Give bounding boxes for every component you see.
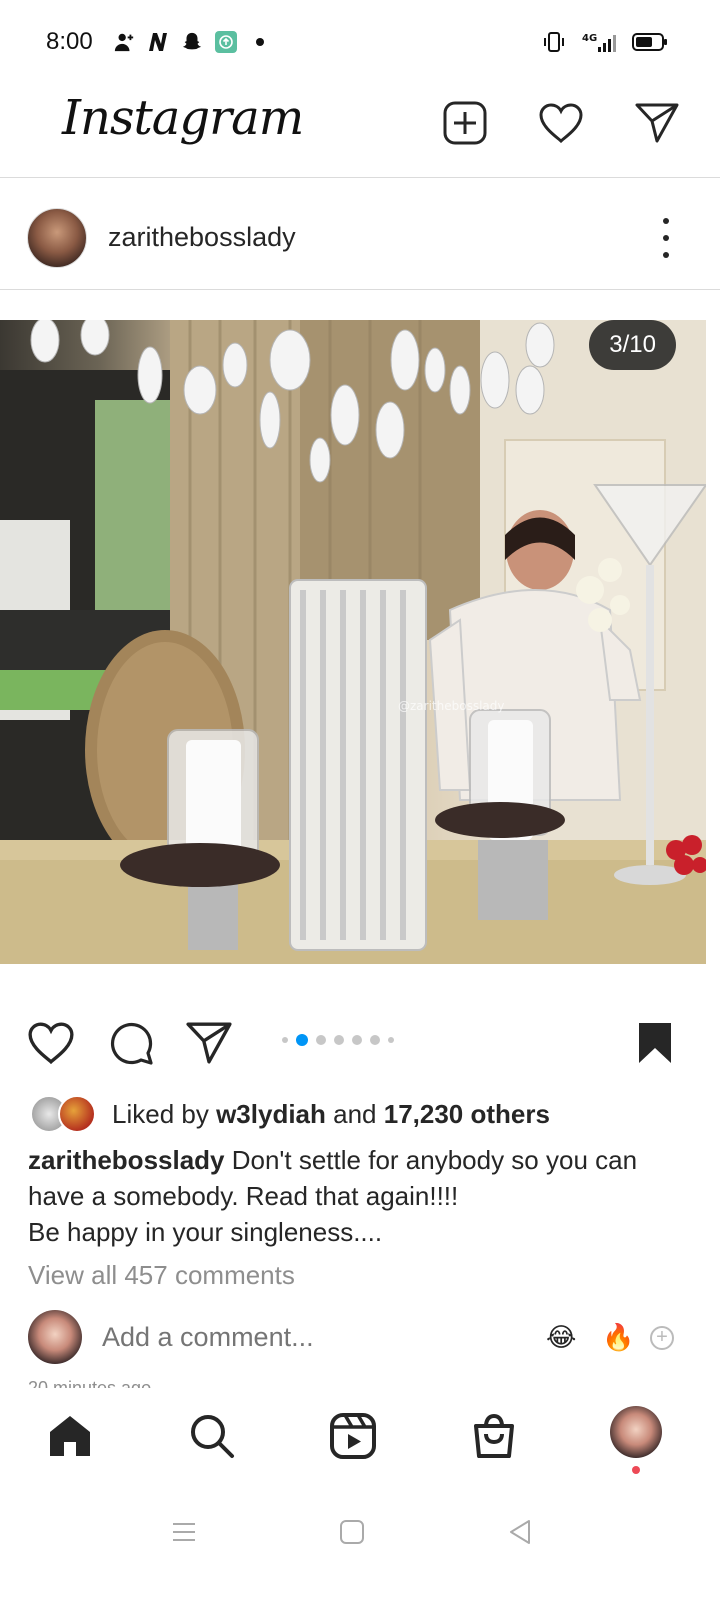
post-image[interactable]: @zarithebosslady 3/10: [0, 320, 706, 964]
add-comment-row: 😂 🔥 +: [0, 1308, 720, 1368]
carousel-dot: [370, 1035, 380, 1045]
carousel-dot: [388, 1037, 394, 1043]
liked-by-user[interactable]: w3lydiah: [216, 1099, 326, 1130]
like-heart-icon[interactable]: [26, 1018, 76, 1068]
app-update-icon: [214, 30, 238, 54]
laugh-emoji-button[interactable]: 😂: [546, 1322, 576, 1353]
liked-by-others[interactable]: 17,230 others: [384, 1099, 550, 1130]
notification-icons: [112, 30, 272, 54]
post-caption: zarithebosslady Don't settle for anybody…: [28, 1142, 688, 1250]
liked-by-row[interactable]: Liked by w3lydiah and 17,230 others: [30, 1094, 550, 1134]
liked-by-and: and: [325, 1098, 384, 1129]
caption-username[interactable]: zarithebosslady: [28, 1145, 225, 1175]
direct-message-icon[interactable]: [634, 100, 680, 146]
carousel-dot: [352, 1035, 362, 1045]
caption-text-line2: Be happy in your singleness....: [28, 1217, 383, 1247]
carousel-dot: [334, 1035, 344, 1045]
back-icon[interactable]: [500, 1512, 540, 1552]
fire-emoji-button[interactable]: 🔥: [602, 1322, 634, 1353]
reels-icon[interactable]: [327, 1410, 379, 1462]
profile-avatar[interactable]: [610, 1406, 662, 1458]
menu-icon[interactable]: [164, 1512, 204, 1552]
add-emoji-icon[interactable]: +: [650, 1326, 674, 1350]
comment-bubble-icon[interactable]: [106, 1018, 156, 1068]
dot-icon: [248, 30, 272, 54]
status-bar: 8:00 4G: [0, 0, 720, 86]
carousel-indicator: [282, 1034, 394, 1046]
home-square-icon[interactable]: [332, 1512, 372, 1552]
post-actions: [0, 1010, 720, 1074]
network-label: 4G: [582, 33, 597, 44]
image-watermark: @zarithebosslady: [398, 699, 504, 713]
view-all-comments-link[interactable]: View all 457 comments: [28, 1260, 295, 1291]
post-header: zarithebosslady: [0, 178, 720, 290]
carousel-dot: [316, 1035, 326, 1045]
battery-icon: [632, 30, 668, 54]
snapchat-icon: [180, 30, 204, 54]
n-icon: [146, 30, 170, 54]
search-icon[interactable]: [186, 1410, 238, 1462]
vibrate-icon: [542, 30, 566, 54]
post-author-avatar[interactable]: [27, 208, 87, 268]
header-actions: [442, 100, 680, 146]
system-status-icons: 4G: [542, 30, 668, 54]
carousel-dot-active: [296, 1034, 308, 1046]
new-post-icon[interactable]: [442, 100, 488, 146]
app-header: Instagram: [0, 86, 720, 178]
bottom-nav: [0, 1390, 720, 1488]
instagram-logo[interactable]: Instagram: [62, 90, 304, 146]
post-photo-illustration: @zarithebosslady: [0, 320, 706, 964]
add-user-icon: [112, 30, 136, 54]
image-counter-badge: 3/10: [589, 320, 676, 370]
bookmark-icon[interactable]: [630, 1018, 680, 1068]
liked-by-prefix: Liked by: [112, 1098, 217, 1129]
more-options-icon[interactable]: [656, 218, 676, 258]
current-user-avatar: [28, 1310, 82, 1364]
liker-avatar: [58, 1095, 96, 1133]
home-icon[interactable]: [44, 1410, 96, 1462]
comment-input[interactable]: [102, 1322, 502, 1353]
post-timestamp: 20 minutes ago: [28, 1378, 152, 1388]
4g-signal-icon: 4G: [580, 30, 618, 54]
status-time: 8:00: [46, 28, 93, 55]
post-username[interactable]: zarithebosslady: [108, 222, 296, 253]
liked-by-avatars: [30, 1095, 102, 1133]
system-navigation-bar: [0, 1488, 720, 1600]
profile-notification-dot: [632, 1466, 640, 1474]
share-icon[interactable]: [184, 1018, 234, 1068]
shop-icon[interactable]: [468, 1410, 520, 1462]
carousel-dot: [282, 1037, 288, 1043]
heart-icon[interactable]: [538, 100, 584, 146]
